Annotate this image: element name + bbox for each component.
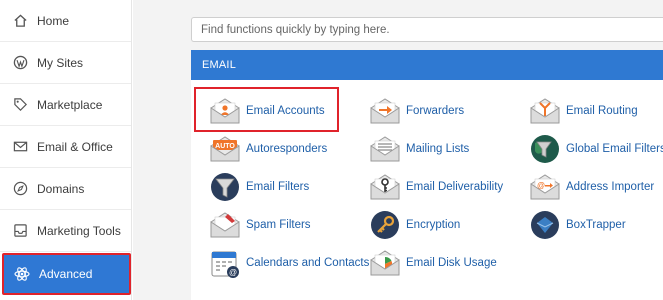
- encryption-icon: [371, 211, 399, 239]
- panel-title[interactable]: EMAIL: [191, 50, 663, 80]
- sidebar-item-email-office[interactable]: Email & Office: [0, 126, 131, 168]
- function-label: Calendars and Contacts: [246, 257, 370, 269]
- function-calendars-contacts[interactable]: @ Calendars and Contacts: [209, 247, 369, 279]
- search-placeholder: Find functions quickly by typing here.: [201, 23, 390, 36]
- function-spam-filters[interactable]: Spam Filters: [209, 209, 311, 241]
- sidebar-item-label: Marketing Tools: [37, 223, 121, 238]
- tag-icon: [12, 97, 28, 113]
- function-label: Global Email Filters: [566, 143, 663, 155]
- svg-text:@: @: [229, 268, 237, 277]
- sidebar-item-advanced[interactable]: Advanced: [2, 253, 131, 295]
- sidebar-item-label: My Sites: [37, 55, 84, 70]
- function-email-deliverability[interactable]: Email Deliverability: [369, 171, 503, 203]
- function-email-disk-usage[interactable]: Email Disk Usage: [369, 247, 497, 279]
- email-accounts-icon: [210, 98, 240, 124]
- function-label: Mailing Lists: [406, 143, 470, 155]
- atom-icon: [14, 266, 30, 282]
- envelope-icon: [12, 139, 28, 155]
- function-email-routing[interactable]: Email Routing: [529, 95, 638, 127]
- email-routing-icon: [530, 98, 560, 124]
- inbox-tray-icon: [12, 223, 28, 239]
- global-email-filters-icon: [531, 135, 559, 163]
- sidebar-item-domains[interactable]: Domains: [0, 168, 131, 210]
- email-deliverability-icon: [370, 174, 400, 200]
- function-mailing-lists[interactable]: Mailing Lists: [369, 133, 469, 165]
- function-address-importer[interactable]: @ Address Importer: [529, 171, 654, 203]
- email-filters-icon: [211, 173, 239, 201]
- sidebar-item-label: Domains: [37, 181, 85, 196]
- sidebar-item-label: Advanced: [39, 267, 93, 281]
- function-forwarders[interactable]: Forwarders: [369, 95, 464, 127]
- function-label: Autoresponders: [246, 143, 328, 155]
- boxtrapper-icon: [531, 211, 559, 239]
- function-label: Email Routing: [566, 105, 638, 117]
- function-label: Spam Filters: [246, 219, 311, 231]
- function-label: Email Deliverability: [406, 181, 504, 193]
- sidebar-item-marketing-tools[interactable]: Marketing Tools: [0, 210, 131, 252]
- auto-badge: AUTO: [215, 143, 235, 150]
- wordpress-icon: [12, 55, 28, 71]
- spam-filters-icon: [210, 212, 240, 238]
- sidebar: Home My Sites Marketplace Email & Office…: [0, 0, 132, 300]
- sidebar-item-marketplace[interactable]: Marketplace: [0, 84, 131, 126]
- sidebar-item-label: Marketplace: [37, 97, 103, 112]
- autoresponders-icon: AUTO: [210, 136, 240, 162]
- search-input[interactable]: Find functions quickly by typing here.: [191, 17, 663, 42]
- function-label: Email Filters: [246, 181, 310, 193]
- function-encryption[interactable]: Encryption: [369, 209, 460, 241]
- function-label: Email Disk Usage: [406, 257, 497, 269]
- sidebar-item-my-sites[interactable]: My Sites: [0, 42, 131, 84]
- email-disk-usage-icon: [370, 250, 400, 276]
- function-label: Forwarders: [406, 105, 465, 117]
- function-email-filters[interactable]: Email Filters: [209, 171, 309, 203]
- mailing-lists-icon: [370, 136, 400, 162]
- calendars-contacts-icon: @: [211, 251, 239, 278]
- sidebar-item-label: Email & Office: [37, 139, 113, 154]
- main-content: Find functions quickly by typing here. E…: [133, 0, 663, 300]
- forwarders-icon: [370, 98, 400, 124]
- email-panel: EMAIL Email Accounts Forwarders Email Ro…: [191, 50, 663, 300]
- home-icon: [12, 13, 28, 29]
- compass-icon: [12, 181, 28, 197]
- function-label: Address Importer: [566, 181, 655, 193]
- address-importer-icon: @: [530, 174, 560, 200]
- function-label: Email Accounts: [246, 105, 325, 117]
- function-email-accounts[interactable]: Email Accounts: [209, 95, 325, 127]
- function-global-email-filters[interactable]: Global Email Filters: [529, 133, 663, 165]
- sidebar-item-label: Home: [37, 13, 70, 28]
- function-boxtrapper[interactable]: BoxTrapper: [529, 209, 626, 241]
- function-autoresponders[interactable]: AUTO Autoresponders: [209, 133, 327, 165]
- function-label: Encryption: [406, 219, 461, 231]
- sidebar-item-home[interactable]: Home: [0, 0, 131, 42]
- function-label: BoxTrapper: [566, 219, 626, 231]
